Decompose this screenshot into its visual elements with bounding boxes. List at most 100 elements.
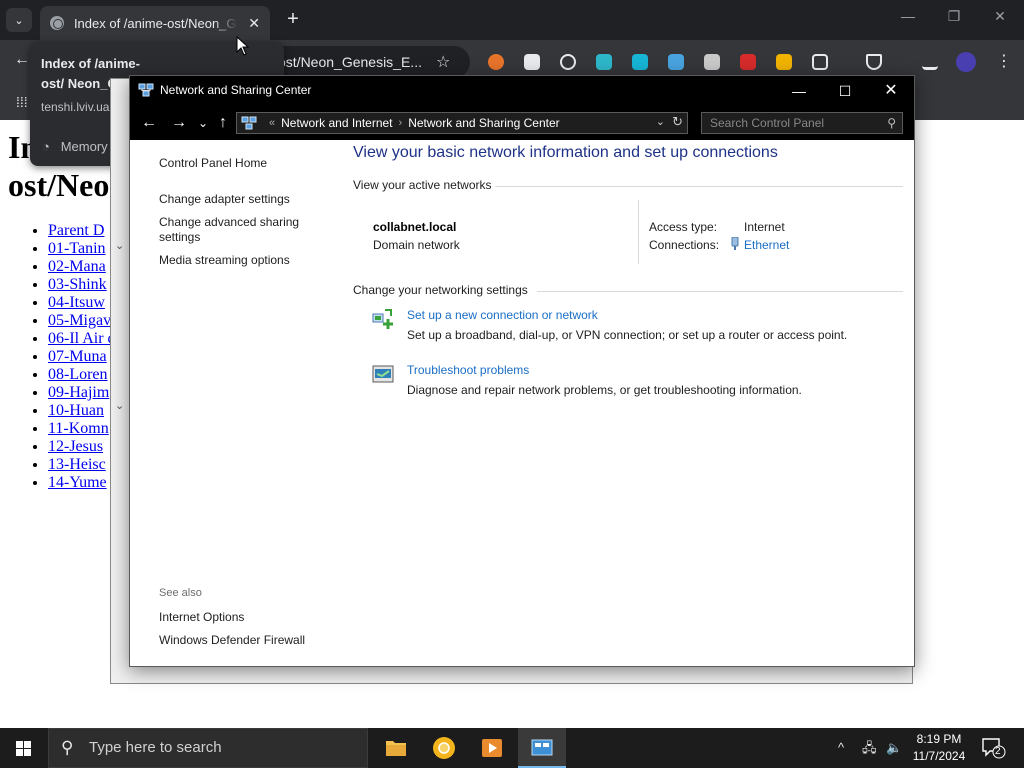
extension-icon-7[interactable] [704,54,720,70]
file-link[interactable]: 12-Jesus [48,438,103,455]
file-link[interactable]: 04-Itsuw [48,294,105,311]
extension-icon-1[interactable] [488,54,504,70]
tab-search-button[interactable]: ⌄ [6,8,32,32]
file-link[interactable]: 13-Heisc [48,456,106,473]
notification-center-button[interactable]: 2 [980,736,1006,760]
file-list-item: 06-Il Air d [48,330,116,348]
file-link[interactable]: 10-Huan [48,402,104,419]
change-advanced-sharing-link[interactable]: Change advanced sharing settings [159,215,309,245]
profile-avatar[interactable] [956,52,976,72]
troubleshoot-problems-link[interactable]: Troubleshoot problems [407,363,529,377]
window-title: Network and Sharing Center [160,83,312,97]
browser-minimize-button[interactable]: — [896,8,920,24]
network-tray-icon[interactable]: 🖧 [862,728,877,768]
browser-close-button[interactable]: ✕ [988,8,1012,25]
access-type-label: Access type: [649,220,718,234]
ethernet-connection-link[interactable]: Ethernet [744,238,789,252]
start-button[interactable] [0,728,48,768]
file-link[interactable]: 05-Migav [48,312,111,329]
extension-icon-2[interactable] [524,54,540,70]
breadcrumb-overflow[interactable]: « [269,117,275,129]
file-list-item: 12-Jesus [48,438,116,456]
file-list-item: 09-Hajim [48,384,116,402]
file-link[interactable]: 01-Tanin [48,240,106,257]
refresh-icon[interactable]: ↻ [672,114,683,130]
change-settings-heading: Change your networking settings [353,283,528,297]
extensions-puzzle-icon[interactable] [812,54,828,70]
back-arrow-icon[interactable]: ← [14,51,30,69]
tray-overflow-chevron-icon[interactable]: ^ [838,728,844,768]
volume-tray-icon[interactable]: 🔈 [886,728,902,768]
connections-label: Connections: [649,238,720,252]
control-panel-taskbar-button[interactable] [518,728,566,768]
file-link[interactable]: 07-Muna [48,348,107,365]
browser-tab-strip: ⌄ Index of /anime-ost/Neon_Genesis_Evang… [0,0,1024,40]
file-list-item: 07-Muna [48,348,116,366]
apps-grid-icon[interactable]: ⁞⁞⁞ [16,94,28,110]
file-link[interactable]: Parent D [48,222,104,239]
forward-arrow-icon[interactable]: → [168,114,190,132]
file-list-item: 14-Yume [48,474,116,492]
search-icon[interactable]: ⚲ [887,113,896,133]
download-icon[interactable] [922,54,938,70]
file-link[interactable]: 11-Komn [48,420,109,437]
troubleshoot-icon [372,365,394,383]
network-category: Domain network [373,238,460,252]
defender-firewall-link[interactable]: Windows Defender Firewall [159,633,305,647]
maximize-button[interactable]: ☐ [822,76,868,106]
chevron-down-icon[interactable]: ⌄ [115,399,124,412]
browser-restore-button[interactable]: ❐ [942,8,966,25]
extension-icon-9[interactable] [776,54,792,70]
network-center-icon [138,83,154,97]
new-connection-icon [372,309,393,329]
internet-options-link[interactable]: Internet Options [159,610,244,624]
new-tab-button[interactable]: + [282,8,304,32]
tab-close-button[interactable]: ✕ [248,15,260,32]
more-menu-icon[interactable]: ⋮ [996,51,1012,71]
recent-locations-chevron-icon[interactable]: ⌄ [192,116,214,130]
windows-logo-icon [16,741,31,756]
file-link[interactable]: 03-Shink [48,276,107,293]
extension-icon-4[interactable] [596,54,612,70]
windows-taskbar: ⚲ Type here to search ^ 🖧 🔈 8:19 PM 11/7… [0,728,1024,768]
address-bar[interactable]: « Network and Internet › Network and Sha… [236,112,688,134]
window-titlebar[interactable]: Network and Sharing Center — ☐ ✕ [130,76,914,106]
bookmark-star-icon[interactable]: ☆ [436,52,450,72]
control-panel-home-link[interactable]: Control Panel Home [159,156,267,170]
breadcrumb-arrow-icon[interactable]: › [399,117,403,129]
troubleshoot-problems-desc: Diagnose and repair network problems, or… [407,383,802,397]
file-list-item: 10-Huan [48,402,116,420]
explorer-navbar: ← → ⌄ ↑ « Network and Internet › Network… [130,106,914,140]
system-clock[interactable]: 8:19 PM 11/7/2024 [908,731,970,765]
extension-icon-3[interactable] [560,54,576,70]
file-link[interactable]: 06-Il Air d [48,330,116,347]
search-input[interactable]: Search Control Panel ⚲ [701,112,903,134]
address-dropdown-icon[interactable]: ⌄ [656,115,665,128]
browser-tab-active[interactable]: Index of /anime-ost/Neon_Genesis_Evangel… [40,6,270,40]
breadcrumb-sharing-center[interactable]: Network and Sharing Center [408,116,559,130]
media-player-taskbar-button[interactable] [468,728,516,768]
address-text: ost/Neon_Genesis_E... [278,54,422,70]
change-adapter-settings-link[interactable]: Change adapter settings [159,192,290,206]
access-type-value: Internet [744,220,785,234]
file-explorer-taskbar-button[interactable] [372,728,420,768]
back-arrow-icon[interactable]: ← [138,114,160,132]
breadcrumb-network-internet[interactable]: Network and Internet [281,116,392,130]
extension-icon-8[interactable] [740,54,756,70]
chrome-taskbar-button[interactable] [420,728,468,768]
file-link[interactable]: 02-Mana [48,258,106,275]
setup-new-connection-link[interactable]: Set up a new connection or network [407,308,598,322]
chevron-down-icon[interactable]: ⌄ [115,239,124,252]
extension-icon-5[interactable] [632,54,648,70]
file-link[interactable]: 09-Hajim [48,384,109,401]
up-arrow-icon[interactable]: ↑ [212,114,234,132]
file-link[interactable]: 08-Loren [48,366,108,383]
labs-flask-icon[interactable] [866,54,882,70]
close-button[interactable]: ✕ [868,76,914,106]
extension-icon-6[interactable] [668,54,684,70]
file-list-item: 01-Tanin [48,240,116,258]
taskbar-search-box[interactable]: ⚲ Type here to search [48,728,368,768]
media-streaming-options-link[interactable]: Media streaming options [159,253,290,267]
file-link[interactable]: 14-Yume [48,474,107,491]
minimize-button[interactable]: — [776,76,822,106]
